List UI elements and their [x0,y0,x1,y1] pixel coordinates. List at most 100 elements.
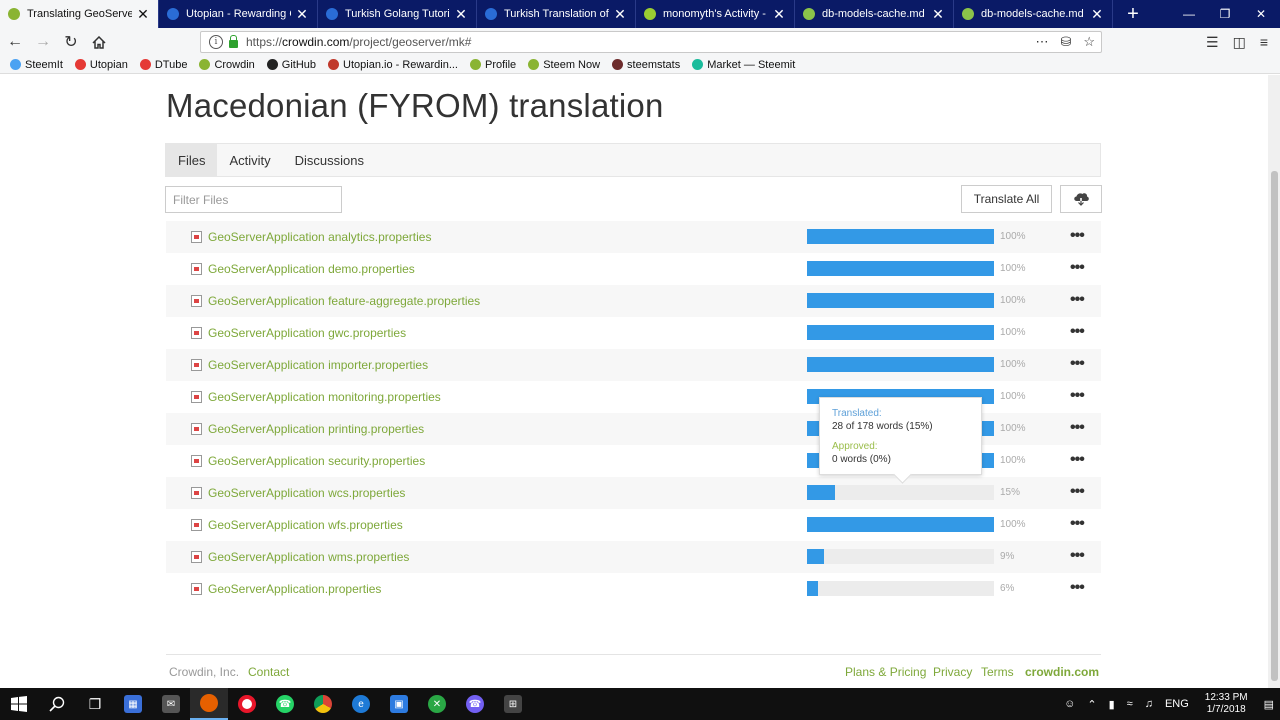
bookmark-item[interactable]: Steem Now [528,59,600,71]
more-options-icon[interactable]: ••• [1070,323,1085,341]
language-indicator[interactable]: ENG [1165,698,1189,710]
close-tab-icon[interactable]: ✕ [931,7,945,21]
bookmark-item[interactable]: Market — Steemit [692,59,795,71]
taskbar-app-xbox[interactable]: ✕ [418,688,456,720]
minimize-button[interactable]: — [1170,0,1208,28]
close-tab-icon[interactable]: ✕ [295,7,309,21]
progress-bar[interactable] [807,549,994,564]
progress-bar[interactable] [807,293,994,308]
taskbar-app-firefox[interactable] [190,688,228,720]
wifi-icon[interactable]: ≈ [1127,698,1133,710]
footer-contact-link[interactable]: Contact [248,665,289,679]
browser-tab[interactable]: Utopian - Rewarding Ope ✕ [159,0,318,28]
file-name-link[interactable]: GeoServerApplication.properties [208,582,381,596]
footer-brand-link[interactable]: crowdin.com [1025,665,1099,679]
close-tab-icon[interactable]: ✕ [136,7,150,21]
browser-tab[interactable]: Turkish Golang Tutorial G ✕ [318,0,477,28]
tab-activity[interactable]: Activity [217,144,282,176]
notifications-icon[interactable]: ▤ [1264,698,1274,711]
footer-company-link[interactable]: Crowdin, Inc. [169,665,239,679]
bookmark-item[interactable]: Utopian.io - Rewardin... [328,59,458,71]
more-options-icon[interactable]: ••• [1070,419,1085,437]
more-options-icon[interactable]: ••• [1070,355,1085,373]
search-button[interactable] [38,688,76,720]
bookmark-item[interactable]: Profile [470,59,516,71]
file-name-link[interactable]: GeoServerApplication wcs.properties [208,486,405,500]
pocket-icon[interactable]: ⛁ [1060,34,1071,50]
restore-button[interactable]: ❐ [1206,0,1244,28]
taskbar-app-opera[interactable] [228,688,266,720]
taskbar-app-calculator[interactable]: ⊞ [494,688,532,720]
progress-bar[interactable] [807,581,994,596]
more-options-icon[interactable]: ••• [1070,483,1085,501]
progress-bar[interactable] [807,485,994,500]
menu-icon[interactable]: ≡ [1260,34,1268,50]
progress-bar[interactable] [807,229,994,244]
forward-button[interactable]: → [30,29,56,55]
volume-icon[interactable]: ♫ [1145,698,1153,710]
sidebar-icon[interactable]: ◫ [1233,34,1246,51]
progress-bar[interactable] [807,325,994,340]
taskbar-app-viber[interactable]: ☎ [456,688,494,720]
browser-tab[interactable]: Turkish Translation of ERP ✕ [477,0,636,28]
bookmark-item[interactable]: DTube [139,59,187,71]
tab-discussions[interactable]: Discussions [283,144,376,176]
taskbar-app-chrome[interactable] [304,688,342,720]
start-button[interactable] [0,688,38,720]
bookmark-item[interactable]: Utopian [74,59,128,71]
download-button[interactable] [1060,185,1102,213]
browser-tab[interactable]: db-models-cache.md - Pl ✕ [954,0,1113,28]
info-icon[interactable]: i [209,35,223,49]
page-actions-icon[interactable]: ⋯ [1035,34,1048,50]
bookmark-item[interactable]: GitHub [266,59,316,71]
more-options-icon[interactable]: ••• [1070,547,1085,565]
reload-button[interactable]: ↻ [58,29,84,55]
file-name-link[interactable]: GeoServerApplication gwc.properties [208,326,406,340]
file-name-link[interactable]: GeoServerApplication security.properties [208,454,425,468]
footer-terms-link[interactable]: Terms [981,665,1014,679]
file-name-link[interactable]: GeoServerApplication monitoring.properti… [208,390,441,404]
taskbar-app-whatsapp[interactable]: ☎ [266,688,304,720]
library-icon[interactable]: ☰ [1206,34,1219,51]
chevron-up-icon[interactable]: ⌃ [1087,698,1096,711]
translate-all-button[interactable]: Translate All [961,185,1052,213]
bookmark-item[interactable]: SteemIt [10,59,63,71]
more-options-icon[interactable]: ••• [1070,227,1085,245]
more-options-icon[interactable]: ••• [1070,387,1085,405]
more-options-icon[interactable]: ••• [1070,291,1085,309]
file-name-link[interactable]: GeoServerApplication importer.properties [208,358,428,372]
address-bar[interactable]: i https://crowdin.com/project/geoserver/… [200,31,1102,53]
clock[interactable]: 12:33 PM 1/7/2018 [1205,692,1248,716]
new-tab-button[interactable]: + [1113,0,1153,28]
scrollbar-thumb[interactable] [1271,171,1278,681]
task-view-button[interactable]: ❐ [76,688,114,720]
footer-privacy-link[interactable]: Privacy [933,665,972,679]
battery-icon[interactable]: ▮ [1109,698,1115,711]
url-text[interactable]: https://crowdin.com/project/geoserver/mk… [246,35,471,49]
browser-tab[interactable]: Translating GeoServer to M ✕ [0,0,159,28]
file-name-link[interactable]: GeoServerApplication printing.properties [208,422,424,436]
browser-tab[interactable]: monomyth's Activity - Use ✕ [636,0,795,28]
progress-bar[interactable] [807,517,994,532]
filter-files-input[interactable] [165,186,342,213]
back-button[interactable]: ← [2,29,28,55]
file-name-link[interactable]: GeoServerApplication feature-aggregate.p… [208,294,480,308]
taskbar-app-mail[interactable]: ✉ [152,688,190,720]
file-name-link[interactable]: GeoServerApplication wfs.properties [208,518,403,532]
close-tab-icon[interactable]: ✕ [1090,7,1104,21]
file-name-link[interactable]: GeoServerApplication wms.properties [208,550,409,564]
taskbar-app-store[interactable]: ▣ [380,688,418,720]
taskbar-app-calendar[interactable]: ▦ [114,688,152,720]
bookmark-item[interactable]: Crowdin [199,59,255,71]
home-button[interactable] [86,29,112,55]
close-tab-icon[interactable]: ✕ [772,7,786,21]
bookmark-item[interactable]: steemstats [612,59,680,71]
file-name-link[interactable]: GeoServerApplication demo.properties [208,262,415,276]
footer-pricing-link[interactable]: Plans & Pricing [845,665,926,679]
progress-bar[interactable] [807,357,994,372]
more-options-icon[interactable]: ••• [1070,259,1085,277]
close-tab-icon[interactable]: ✕ [613,7,627,21]
close-window-button[interactable]: ✕ [1242,0,1280,28]
more-options-icon[interactable]: ••• [1070,579,1085,597]
tab-files[interactable]: Files [166,144,218,176]
